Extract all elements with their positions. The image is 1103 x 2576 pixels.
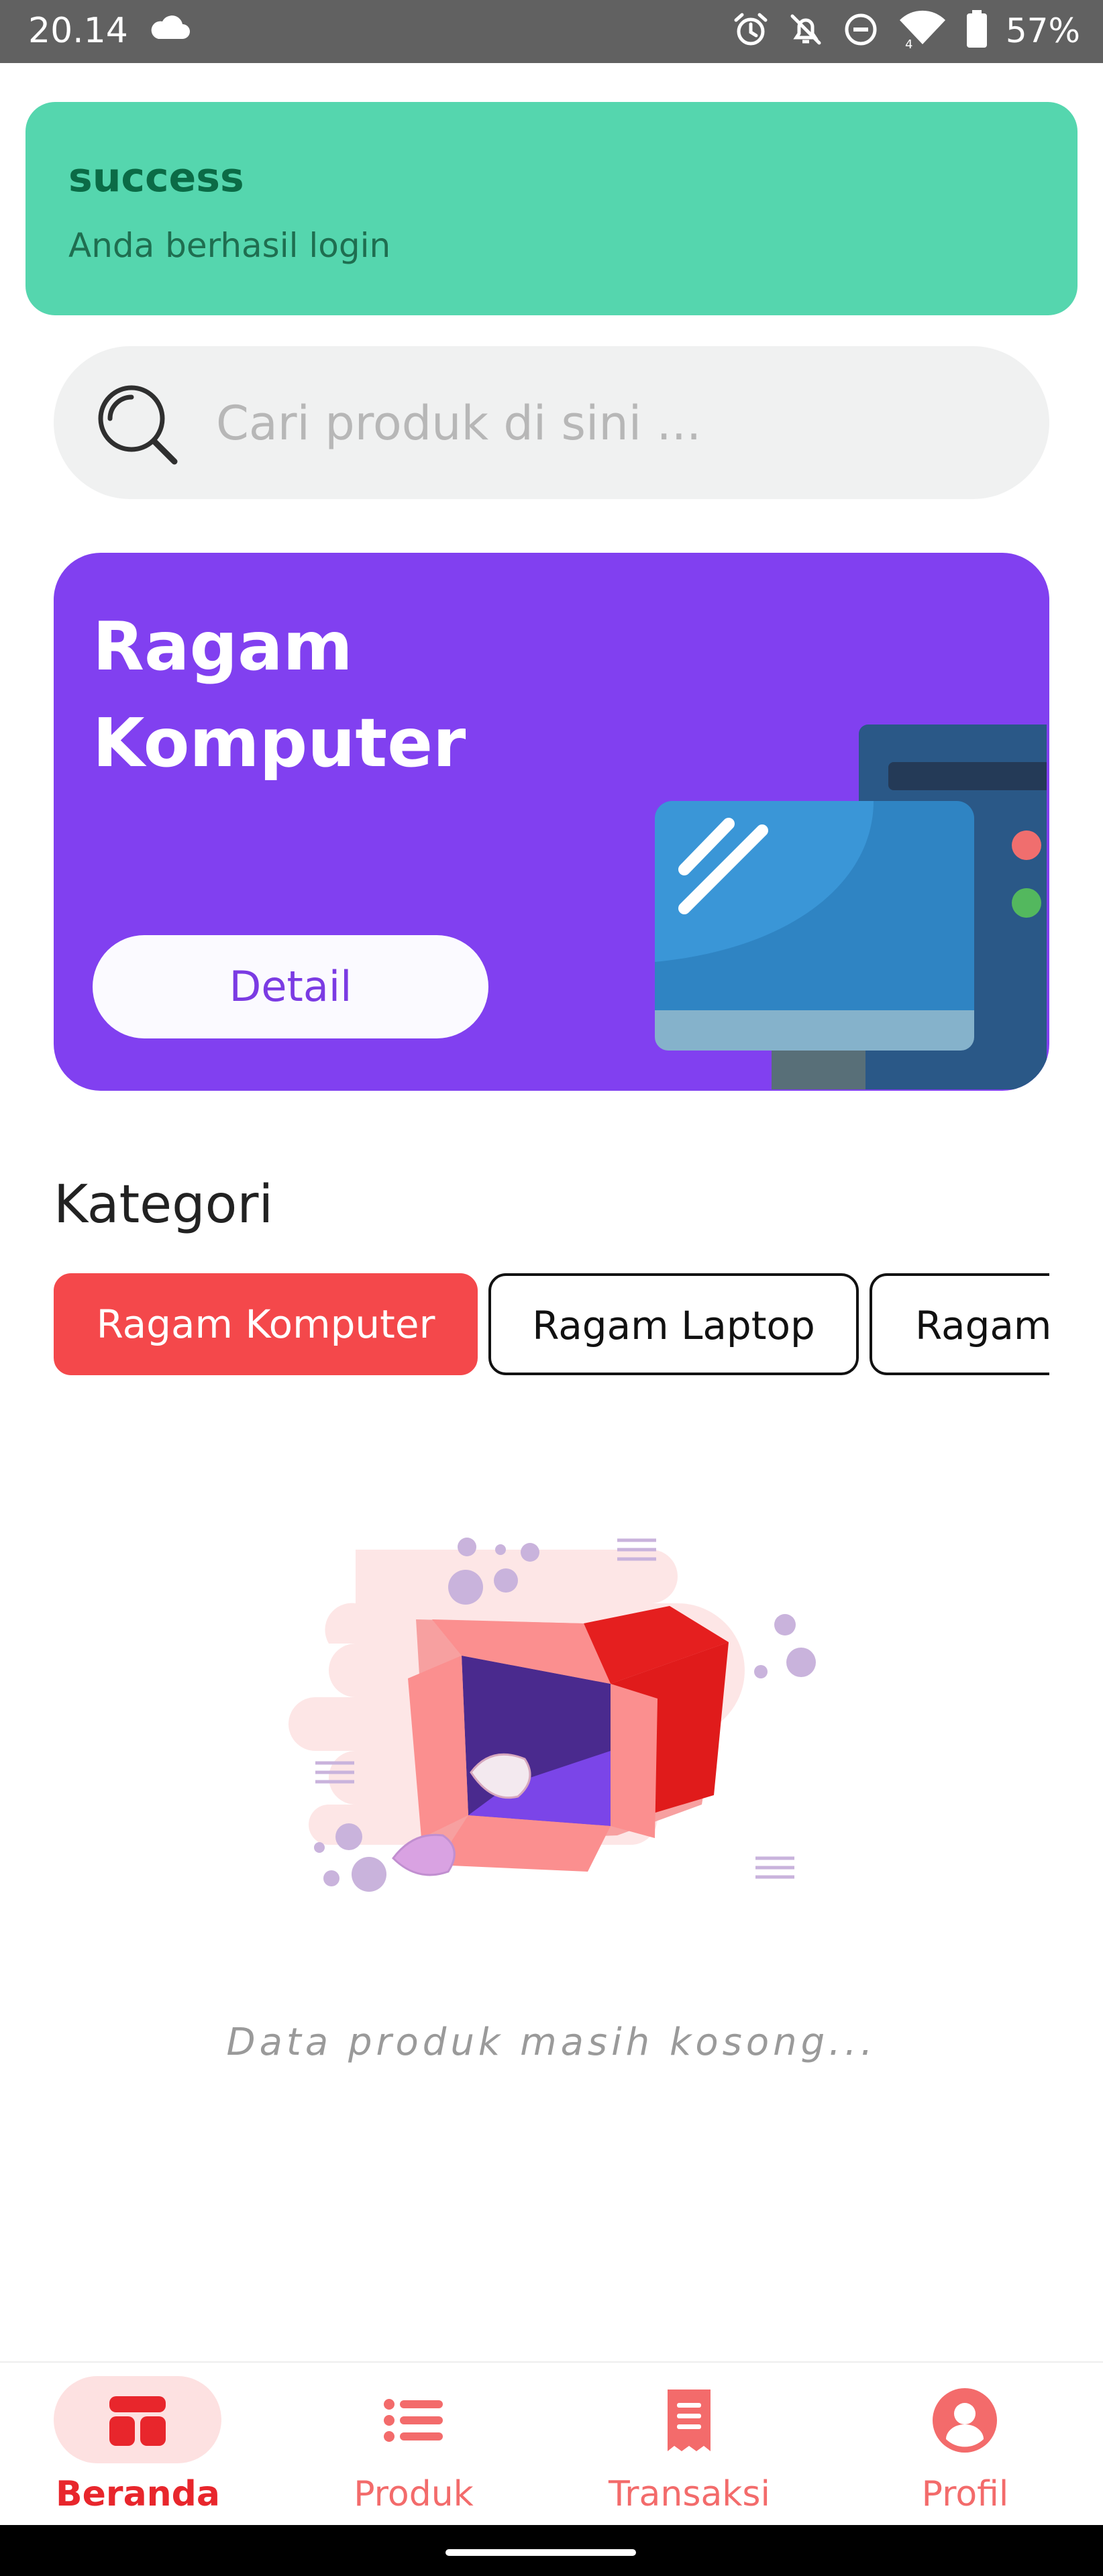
- detail-button[interactable]: Detail: [93, 935, 488, 1038]
- do-not-disturb-icon: [842, 11, 880, 51]
- toast-message: Anda berhasil login: [68, 226, 391, 265]
- banner-title: Ragam Komputer: [93, 607, 466, 782]
- status-icons: 4 57%: [732, 7, 1080, 55]
- promo-banner: Ragam Komputer Detail: [54, 553, 1049, 1091]
- nav-label-produk: Produk: [354, 2474, 474, 2514]
- computer-illustration: [590, 640, 1049, 1091]
- alarm-icon: [732, 11, 770, 51]
- nav-label-profil: Profil: [921, 2474, 1009, 2514]
- receipt-icon: [655, 2387, 723, 2454]
- nav-label-beranda: Beranda: [56, 2474, 220, 2514]
- battery-percentage: 57%: [1005, 11, 1080, 50]
- search-input[interactable]: [215, 382, 1009, 464]
- battery-icon: [965, 10, 988, 52]
- category-chip-ragam-laptop[interactable]: Ragam Laptop: [488, 1273, 859, 1375]
- nav-item-profil[interactable]: Profil: [827, 2363, 1103, 2526]
- profile-icon: [931, 2387, 998, 2454]
- search-icon: [93, 380, 182, 470]
- empty-state-message: Data produk masih kosong...: [226, 2021, 877, 2064]
- category-chip-ragam[interactable]: Ragam: [870, 1273, 1049, 1375]
- category-heading: Kategori: [54, 1175, 274, 1235]
- home-icon: [104, 2387, 171, 2454]
- nav-item-beranda[interactable]: Beranda: [0, 2363, 276, 2526]
- list-icon: [380, 2387, 447, 2454]
- cloud-icon: [149, 15, 191, 44]
- bottom-navigation: Beranda Produk Transaksi Profil: [0, 2361, 1103, 2526]
- empty-box-illustration: [275, 1523, 832, 1925]
- nav-item-produk[interactable]: Produk: [276, 2363, 552, 2526]
- wifi-icon: 4: [897, 9, 948, 52]
- svg-text:4: 4: [905, 38, 912, 50]
- system-gesture-bar: [0, 2525, 1103, 2576]
- success-toast[interactable]: success Anda berhasil login: [25, 102, 1078, 315]
- category-chip-ragam-komputer[interactable]: Ragam Komputer: [54, 1273, 478, 1375]
- notifications-off-icon: [787, 11, 825, 51]
- nav-item-transaksi[interactable]: Transaksi: [552, 2363, 827, 2526]
- search-bar[interactable]: [54, 346, 1049, 499]
- status-bar: 20.14 4 57%: [0, 0, 1103, 63]
- status-time: 20.14: [28, 11, 128, 51]
- category-chips: Ragam Komputer Ragam Laptop Ragam: [54, 1273, 1049, 1378]
- home-gesture-handle[interactable]: [445, 2549, 636, 2556]
- nav-label-transaksi: Transaksi: [609, 2474, 770, 2514]
- toast-title: success: [68, 154, 244, 201]
